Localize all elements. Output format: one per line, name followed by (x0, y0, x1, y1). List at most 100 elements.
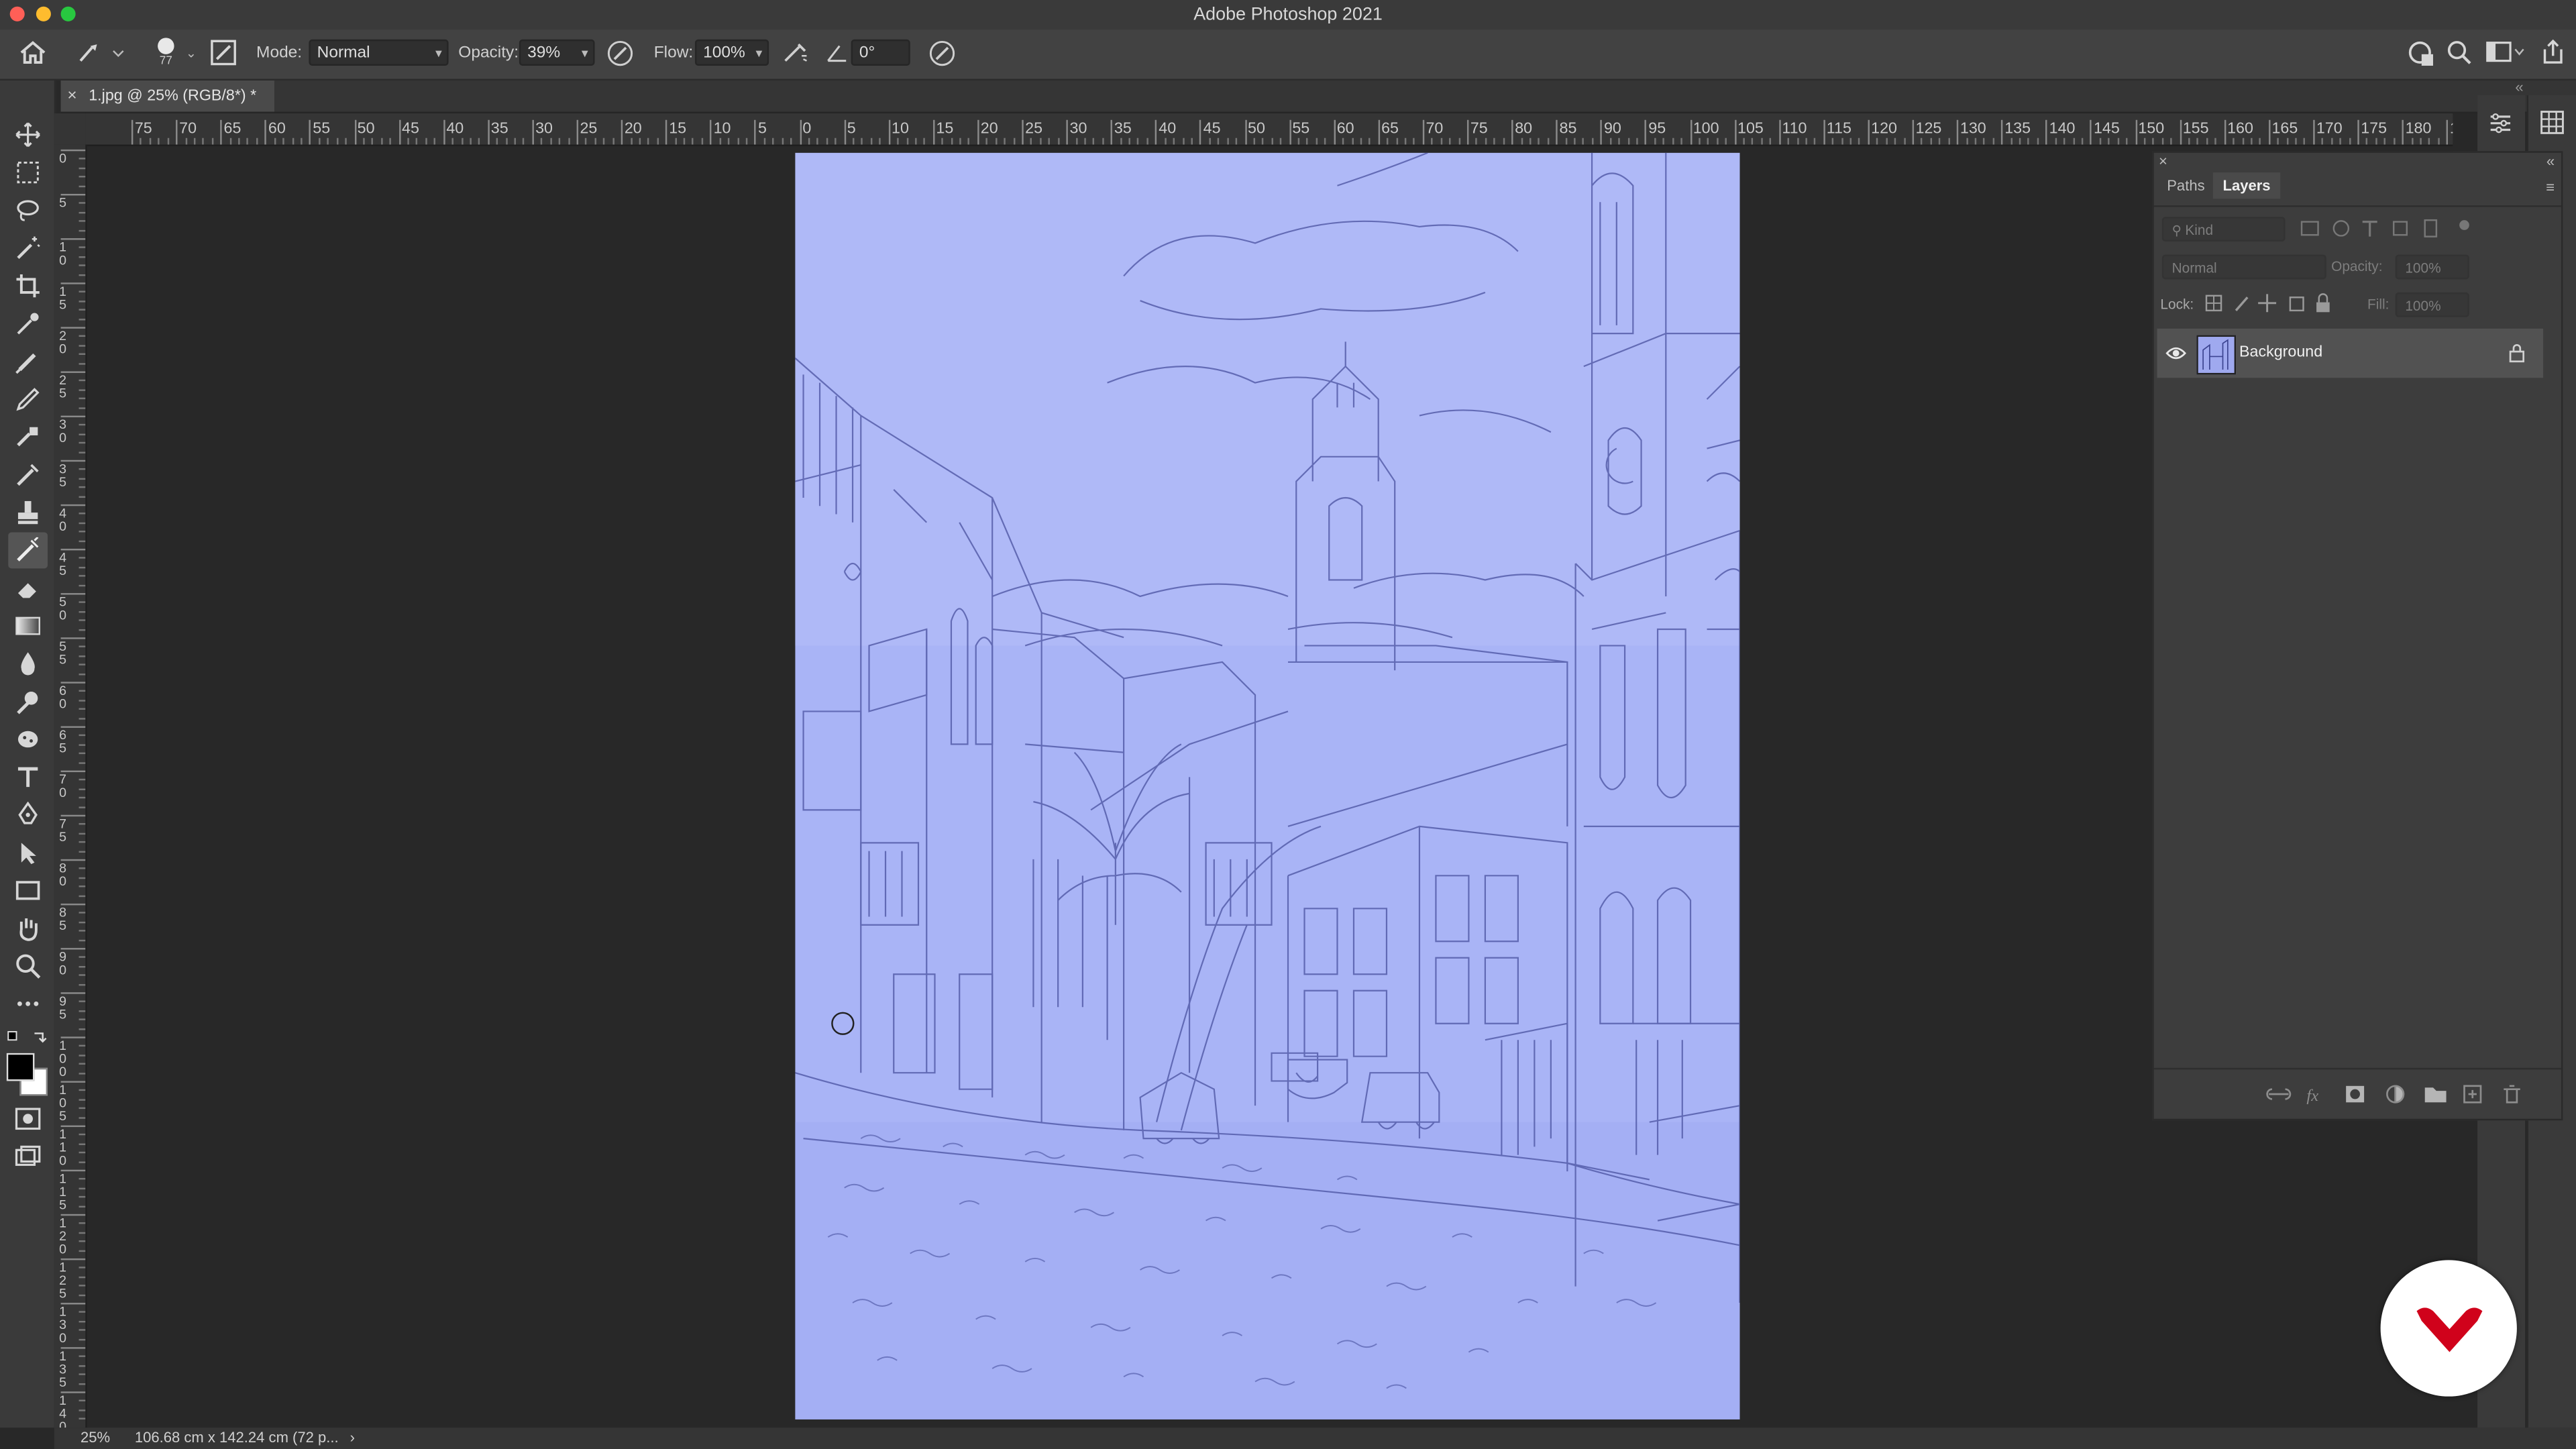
magic-wand-tool[interactable] (8, 230, 48, 266)
quick-mask-button[interactable] (8, 1101, 48, 1137)
stamp-tool[interactable] (8, 494, 48, 531)
ruler-tick (1333, 119, 1336, 145)
lasso-tool[interactable] (8, 193, 48, 229)
share-icon[interactable] (2540, 38, 2566, 66)
ruler-minor-tick (523, 138, 525, 145)
status-expand-arrow[interactable]: › (350, 1428, 355, 1449)
edit-toolbar-button[interactable] (8, 985, 48, 1022)
lock-options-icons[interactable] (2203, 292, 2334, 314)
home-icon[interactable] (18, 40, 48, 66)
ruler-minor-tick (1057, 138, 1059, 145)
brush-preset-picker[interactable]: 77 (150, 34, 182, 74)
search-icon[interactable] (2447, 40, 2473, 66)
marquee-tool[interactable] (8, 154, 48, 191)
eye-visibility-icon[interactable] (2165, 345, 2187, 361)
ruler-minor-tick (1636, 138, 1638, 145)
panel-menu-icon[interactable]: ≡ (2546, 179, 2555, 195)
document-tab[interactable]: × 1.jpg @ 25% (RGB/8*) * (60, 80, 274, 112)
opacity-input[interactable]: 39% ▾ (519, 39, 595, 66)
brush-settings-icon[interactable] (210, 40, 236, 66)
ruler-minor-tick (2349, 138, 2351, 145)
ruler-minor-tick (193, 138, 196, 145)
app-title: Adobe Photoshop 2021 (1193, 5, 1383, 25)
ruler-minor-tick (1627, 138, 1629, 145)
adjustments-icon[interactable] (2487, 110, 2514, 136)
zoom-level[interactable]: 25% (80, 1428, 110, 1449)
clone-stamp-tool[interactable] (8, 419, 48, 455)
ruler-label: 130 (1960, 119, 1986, 138)
layer-filter-select[interactable]: ⚲ Kind (2161, 217, 2286, 242)
ruler-minor-tick (781, 138, 784, 145)
horizontal-ruler[interactable]: 75 70 65 60 55 50 45 40 35 30 25 20 15 10 5 0 5 10 15 20 25 3… (85, 113, 2453, 146)
rectangle-tool[interactable] (8, 872, 48, 908)
ruler-minor-tick (1395, 138, 1398, 145)
ruler-minor-tick (1992, 138, 1994, 145)
ruler-label: 45 (1203, 119, 1221, 138)
type-tool[interactable] (8, 759, 48, 795)
ruler-minor-tick (380, 138, 383, 145)
tab-layers[interactable]: Layers (2212, 172, 2281, 199)
document-info[interactable]: 106.68 cm x 142.24 cm (72 p... (135, 1428, 339, 1449)
eyedropper-tool[interactable] (8, 306, 48, 342)
tab-paths[interactable]: Paths (2157, 172, 2215, 199)
path-selection-tool[interactable] (8, 835, 48, 871)
ruler-minor-tick (78, 806, 86, 808)
ruler-label: 4 5 (59, 550, 67, 579)
ruler-minor-tick (924, 138, 926, 145)
layer-row-background[interactable]: Background (2157, 328, 2544, 378)
zoom-tool[interactable] (8, 948, 48, 984)
ruler-tick (1556, 119, 1558, 145)
ruler-label: 1 3 5 (59, 1348, 67, 1390)
ruler-minor-tick (1849, 138, 1852, 145)
crop-tool[interactable] (8, 268, 48, 304)
art-history-brush-tool-active[interactable] (8, 532, 48, 569)
gradient-tool[interactable] (8, 608, 48, 644)
properties-grid-icon[interactable] (2540, 110, 2565, 135)
hand-icon (19, 918, 38, 941)
ruler-minor-tick (2393, 138, 2395, 145)
chevron-down-icon[interactable]: ⌄ (186, 46, 197, 61)
layer-opacity-input[interactable]: 100% (2395, 254, 2469, 280)
tool-preset-picker[interactable] (76, 41, 125, 64)
collapse-panels-icon[interactable]: « (2515, 79, 2523, 95)
layer-name[interactable]: Background (2239, 343, 2322, 362)
pencil-tool[interactable] (8, 381, 48, 417)
document-image-sketch[interactable] (795, 152, 1740, 1419)
hand-tool[interactable] (8, 910, 48, 947)
fill-input[interactable]: 100% (2395, 292, 2469, 317)
layer-actions[interactable]: fx (2265, 1083, 2528, 1106)
close-icon[interactable]: × (67, 80, 76, 112)
ruler-minor-tick (1128, 138, 1130, 145)
ruler-minor-tick (1324, 138, 1326, 145)
history-brush-tool[interactable] (8, 457, 48, 493)
vertical-ruler[interactable]: 0 5 1 0 1 5 2 0 2 5 3 0 3 5 4 0 4 5 5 0 5 5 6 0 6 5 7 … (54, 144, 87, 1428)
flow-input[interactable]: 100% ▾ (694, 39, 769, 66)
blur-tool[interactable] (8, 645, 48, 682)
ruler-minor-tick (1966, 138, 1968, 145)
screen-mode-button[interactable] (8, 1138, 48, 1175)
move-tool[interactable] (8, 117, 48, 153)
ruler-minor-tick (2037, 138, 2039, 145)
ruler-minor-tick (78, 442, 86, 444)
ruler-minor-tick (1609, 138, 1611, 145)
foreground-color-swatch[interactable] (6, 1053, 35, 1081)
close-icon[interactable]: × (2159, 153, 2167, 169)
airbrush-icon[interactable] (782, 40, 810, 68)
collapse-icon[interactable]: « (2546, 153, 2555, 169)
learn-icon[interactable] (2407, 40, 2436, 69)
eraser-tool[interactable] (8, 570, 48, 606)
layer-filter-icons[interactable] (2298, 219, 2479, 240)
sponge-tool[interactable] (8, 721, 48, 757)
ruler-minor-tick (1725, 138, 1727, 145)
swap-default-colors-icon[interactable] (7, 1030, 50, 1046)
blend-mode-select[interactable]: Normal (2161, 254, 2326, 280)
pen-tool[interactable] (8, 797, 48, 833)
angle-input[interactable]: 0° (851, 39, 910, 66)
mode-select[interactable]: Normal ▾ (309, 39, 449, 66)
pressure-opacity-icon[interactable] (606, 40, 635, 68)
workspace-switcher-icon[interactable] (2485, 41, 2525, 64)
dodge-tool[interactable] (8, 684, 48, 720)
ruler-origin[interactable] (54, 113, 86, 145)
pressure-size-icon[interactable] (928, 40, 957, 68)
healing-brush-tool[interactable] (8, 343, 48, 380)
